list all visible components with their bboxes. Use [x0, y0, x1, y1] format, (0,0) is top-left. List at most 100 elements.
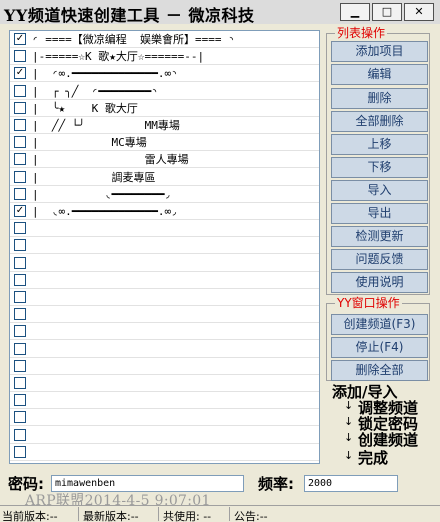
row-text: | ◟∞.━━━━━━━━━━━━━.∞◞ — [32, 205, 178, 218]
row-checkbox[interactable] — [14, 239, 26, 252]
status-notice: 公告:-- — [234, 510, 268, 522]
row-checkbox[interactable] — [14, 101, 26, 114]
edit-button[interactable]: 编辑 — [331, 64, 428, 85]
import-button[interactable]: 导入 — [331, 180, 428, 201]
list-item[interactable] — [10, 341, 319, 358]
move-up-button[interactable]: 上移 — [331, 134, 428, 155]
yy-ops-label: YY窗口操作 — [335, 296, 402, 310]
minimize-button[interactable]: ▁ — [340, 3, 370, 21]
close-button[interactable]: ✕ — [404, 3, 434, 21]
workflow-steps: 添加/导入 ↓ 调整频道 ↓ 锁定密码 ↓ 创建频道 ↓ 完成 — [330, 382, 440, 472]
checkmark-icon: ✓ — [15, 67, 25, 79]
feedback-button[interactable]: 问题反馈 — [331, 249, 428, 270]
title-bar: YY频道快速创建工具 － 微凉科技 ▁ □ ✕ — [0, 0, 440, 25]
window-title: YY频道快速创建工具 － 微凉科技 — [4, 6, 255, 25]
list-item[interactable]: ✓ | ◟∞.━━━━━━━━━━━━━.∞◞ — [10, 203, 319, 220]
add-item-button[interactable]: 添加项目 — [331, 41, 428, 62]
list-item[interactable]: | 雷人專場 — [10, 151, 319, 169]
stop-button[interactable]: 停止(F4) — [331, 337, 428, 358]
create-channel-button[interactable]: 创建频道(F3) — [331, 314, 428, 335]
list-item[interactable]: ✓ ◜ ====【微凉编程 娱樂會所】==== ◝ — [10, 31, 319, 48]
row-text: | ╰★ K 歌大厅 — [32, 101, 138, 115]
status-latest-version: 最新版本:-- — [83, 510, 139, 522]
list-item[interactable] — [10, 427, 319, 444]
row-checkbox[interactable] — [14, 377, 26, 389]
row-text: | ╱╱ └╯ MM專場 — [32, 119, 180, 132]
row-checkbox[interactable]: ✓ — [14, 33, 26, 45]
maximize-button[interactable]: □ — [372, 3, 402, 21]
row-checkbox[interactable] — [14, 308, 26, 321]
list-item[interactable] — [10, 255, 319, 272]
list-item[interactable] — [10, 323, 319, 341]
checkmark-icon: ✓ — [15, 205, 25, 216]
row-checkbox[interactable] — [14, 84, 26, 97]
list-item[interactable] — [10, 272, 319, 289]
status-total-used: 共使用: -- — [163, 510, 212, 522]
row-checkbox[interactable] — [14, 119, 26, 131]
step-done: 完成 — [358, 449, 389, 467]
list-item[interactable]: | ┌ ╮╱ ◜━━━━━━━━◝ — [10, 83, 319, 100]
row-checkbox[interactable] — [14, 411, 26, 424]
row-checkbox[interactable] — [14, 359, 26, 372]
row-text: | 雷人專場 — [32, 153, 189, 167]
row-checkbox[interactable] — [14, 187, 26, 200]
arrow-down-icon: ↓ — [344, 415, 354, 428]
list-item[interactable] — [10, 306, 319, 324]
status-divider — [78, 507, 79, 521]
list-item[interactable] — [10, 444, 319, 461]
row-checkbox[interactable] — [14, 136, 26, 149]
row-checkbox[interactable] — [14, 273, 26, 286]
channel-list[interactable]: ✓ ◜ ====【微凉编程 娱樂會所】==== ◝ |-=====☆K 歌★大厅☆=… — [9, 30, 320, 464]
list-item[interactable] — [10, 220, 319, 238]
list-item[interactable] — [10, 237, 319, 255]
checkmark-icon: ✓ — [15, 33, 25, 44]
list-item[interactable]: | MC專場 — [10, 134, 319, 152]
list-item[interactable] — [10, 289, 319, 306]
move-down-button[interactable]: 下移 — [331, 157, 428, 178]
row-checkbox[interactable] — [14, 50, 26, 63]
export-button[interactable]: 导出 — [331, 203, 428, 224]
row-checkbox[interactable] — [14, 342, 26, 355]
row-text: | ◟━━━━━━━━◞ — [32, 187, 172, 201]
check-update-button[interactable]: 检测更新 — [331, 226, 428, 247]
arrow-down-icon: ↓ — [344, 449, 354, 462]
list-item[interactable] — [10, 392, 319, 410]
frequency-input[interactable]: 2000 — [304, 475, 398, 492]
row-checkbox[interactable] — [14, 325, 26, 338]
status-current-version: 当前版本:-- — [2, 510, 58, 522]
row-checkbox[interactable] — [14, 222, 26, 235]
row-text: | MC專場 — [32, 136, 147, 150]
help-button[interactable]: 使用说明 — [331, 272, 428, 293]
status-divider — [158, 507, 159, 521]
list-item[interactable]: | ╱╱ └╯ MM專場 — [10, 117, 319, 134]
row-checkbox[interactable] — [14, 445, 26, 458]
delete-button[interactable]: 删除 — [331, 88, 428, 109]
list-item[interactable] — [10, 375, 319, 392]
list-item[interactable]: ✓ | ◜∞.━━━━━━━━━━━━━.∞◝ — [10, 65, 319, 83]
row-text: |-=====☆K 歌★大厅☆======--| — [32, 50, 205, 64]
status-bar: 当前版本:-- 最新版本:-- 共使用: -- 公告:-- — [0, 505, 440, 522]
arrow-down-icon: ↓ — [344, 431, 354, 444]
delete-all-yy-button[interactable]: 删除全部 — [331, 360, 428, 381]
row-checkbox[interactable]: ✓ — [14, 205, 26, 217]
step-adjust-channel: 调整频道 — [358, 399, 419, 417]
row-checkbox[interactable] — [14, 153, 26, 166]
row-checkbox[interactable] — [14, 291, 26, 303]
delete-all-button[interactable]: 全部删除 — [331, 111, 428, 132]
row-checkbox[interactable] — [14, 170, 26, 183]
row-checkbox[interactable] — [14, 428, 26, 441]
row-checkbox[interactable]: ✓ — [14, 67, 26, 80]
step-lock-password: 锁定密码 — [358, 415, 419, 433]
list-item[interactable]: |-=====☆K 歌★大厅☆======--| — [10, 48, 319, 66]
row-text: | ◜∞.━━━━━━━━━━━━━.∞◝ — [32, 67, 178, 81]
row-text: ◜ ====【微凉编程 娱樂會所】==== ◝ — [32, 33, 235, 46]
list-item[interactable] — [10, 409, 319, 427]
row-checkbox[interactable] — [14, 394, 26, 407]
row-checkbox[interactable] — [14, 256, 26, 269]
list-item[interactable]: | ◟━━━━━━━━◞ — [10, 186, 319, 203]
list-item[interactable] — [10, 358, 319, 375]
list-item[interactable]: | ╰★ K 歌大厅 — [10, 100, 319, 117]
close-icon: ✕ — [414, 5, 424, 18]
step-add-import: 添加/导入 — [332, 383, 398, 401]
list-item[interactable]: | 調麦專區 — [10, 169, 319, 186]
